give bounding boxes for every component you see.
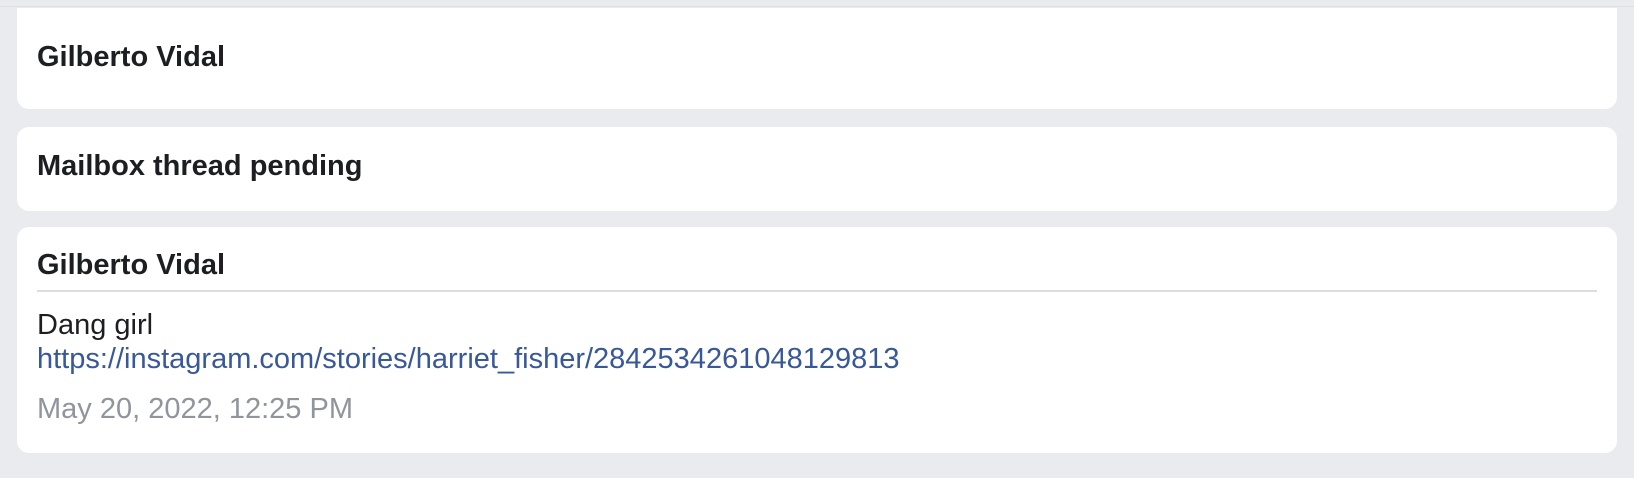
message-divider (37, 290, 1597, 292)
message-sender: Gilberto Vidal (37, 249, 226, 281)
message-timestamp: May 20, 2022, 12:25 PM (37, 393, 353, 425)
message-text: Dang girl (37, 309, 154, 341)
thread-status-title: Mailbox thread pending (37, 150, 363, 182)
participant-name: Gilberto Vidal (37, 41, 226, 73)
thread-status-card: Mailbox thread pending (17, 127, 1617, 211)
message-link[interactable]: https://instagram.com/stories/harriet_fi… (37, 342, 899, 376)
participant-card: Gilberto Vidal (17, 8, 1617, 109)
top-divider (0, 0, 1634, 7)
message-card: Gilberto Vidal Dang girl https://instagr… (17, 227, 1617, 453)
